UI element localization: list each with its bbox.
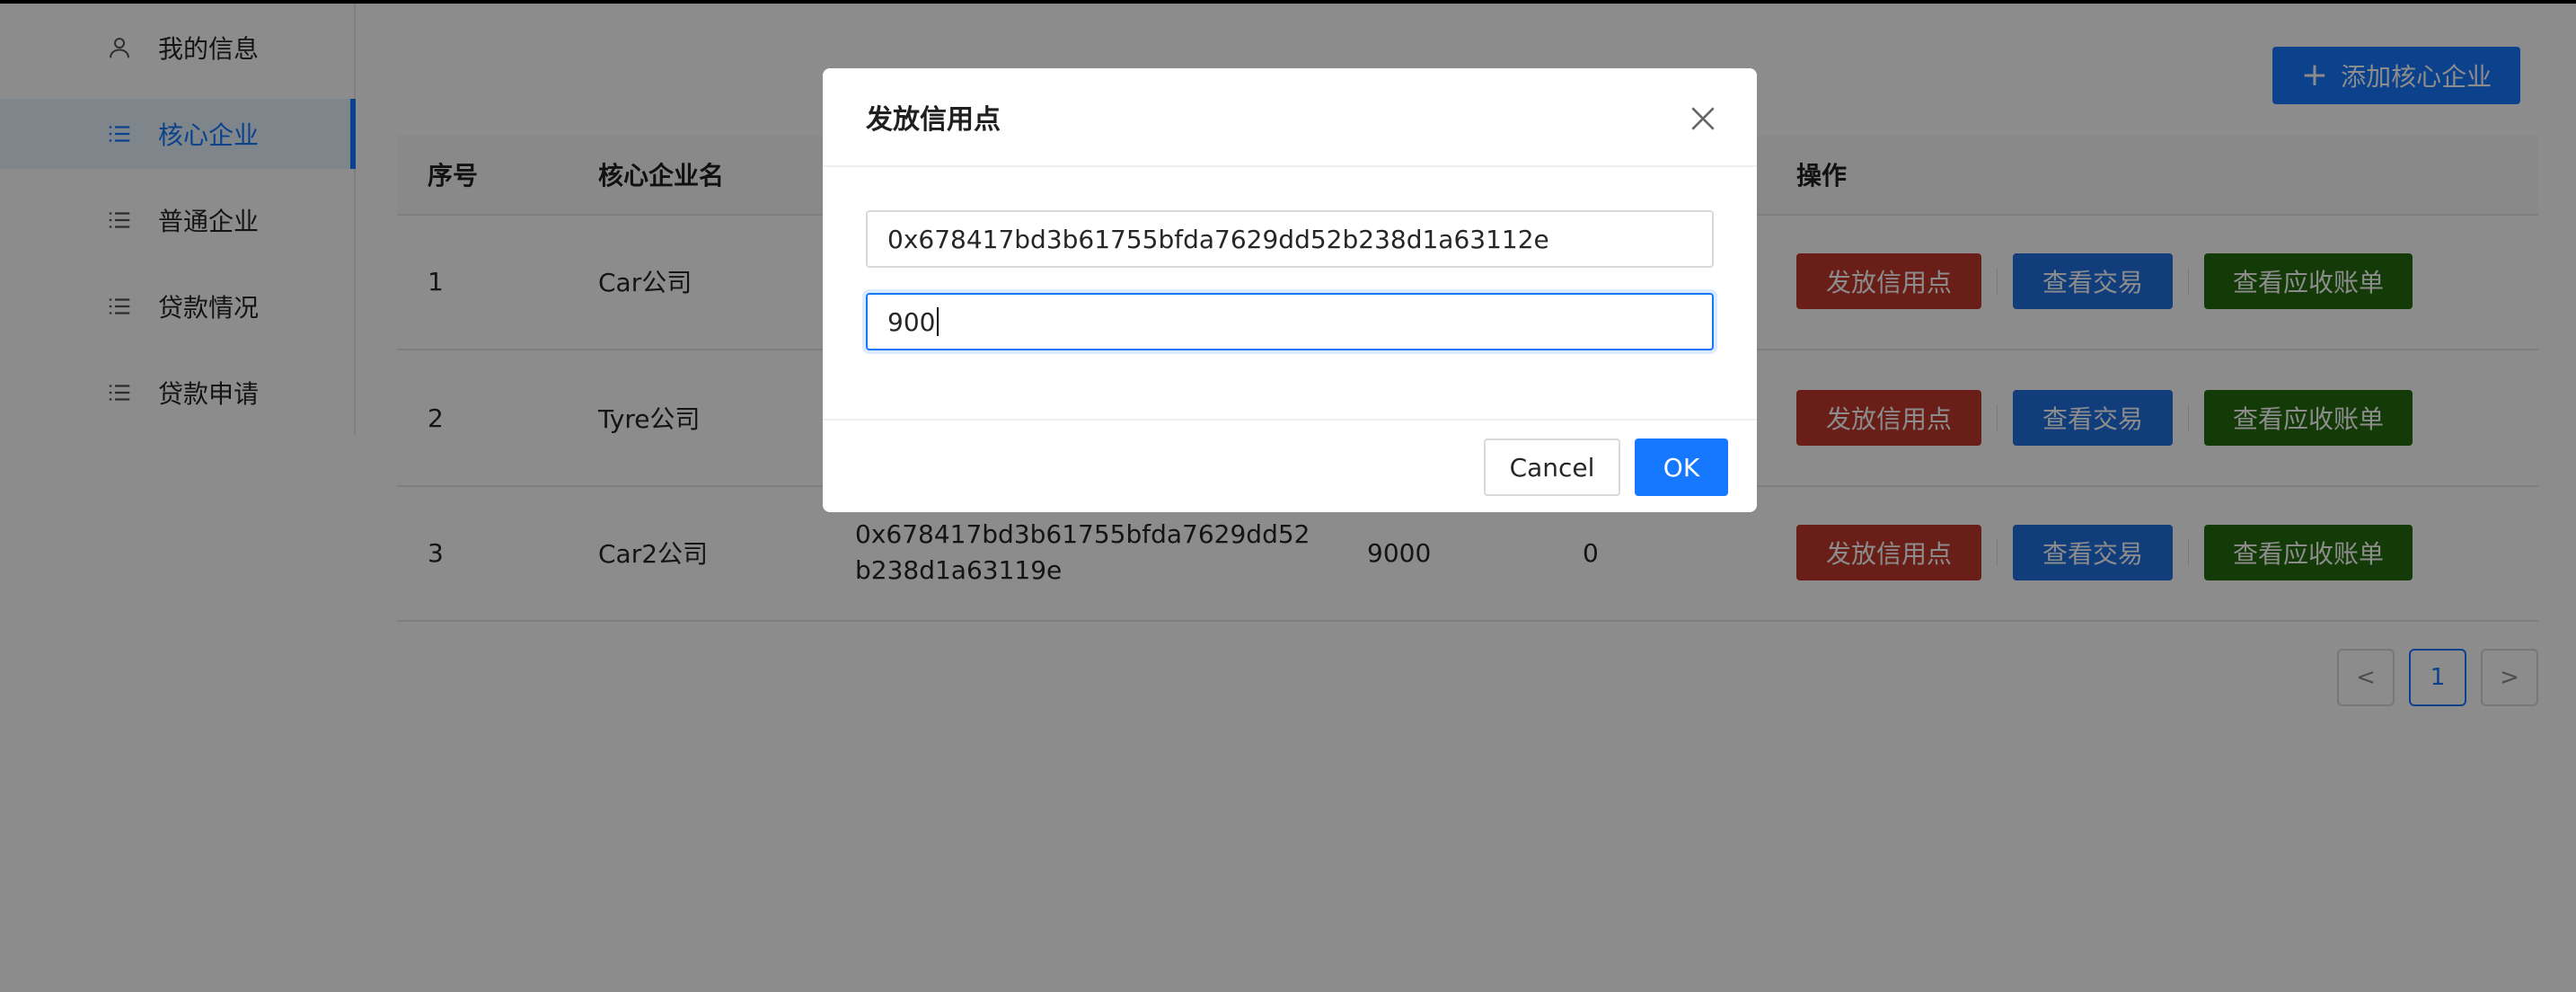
text-caret [937, 307, 940, 336]
amount-input[interactable]: 900 [866, 293, 1714, 350]
address-input-value: 0x678417bd3b61755bfda7629dd52b238d1a6311… [887, 224, 1549, 254]
ok-button[interactable]: OK [1635, 438, 1728, 496]
cancel-button[interactable]: Cancel [1484, 438, 1620, 496]
divider [823, 165, 1757, 167]
address-input[interactable]: 0x678417bd3b61755bfda7629dd52b238d1a6311… [866, 210, 1714, 268]
amount-input-value: 900 [887, 306, 936, 337]
issue-credit-modal: 发放信用点 0x678417bd3b61755bfda7629dd52b238d… [823, 68, 1757, 512]
close-icon[interactable] [1685, 101, 1721, 137]
modal-title: 发放信用点 [866, 104, 1001, 136]
divider [823, 419, 1757, 421]
